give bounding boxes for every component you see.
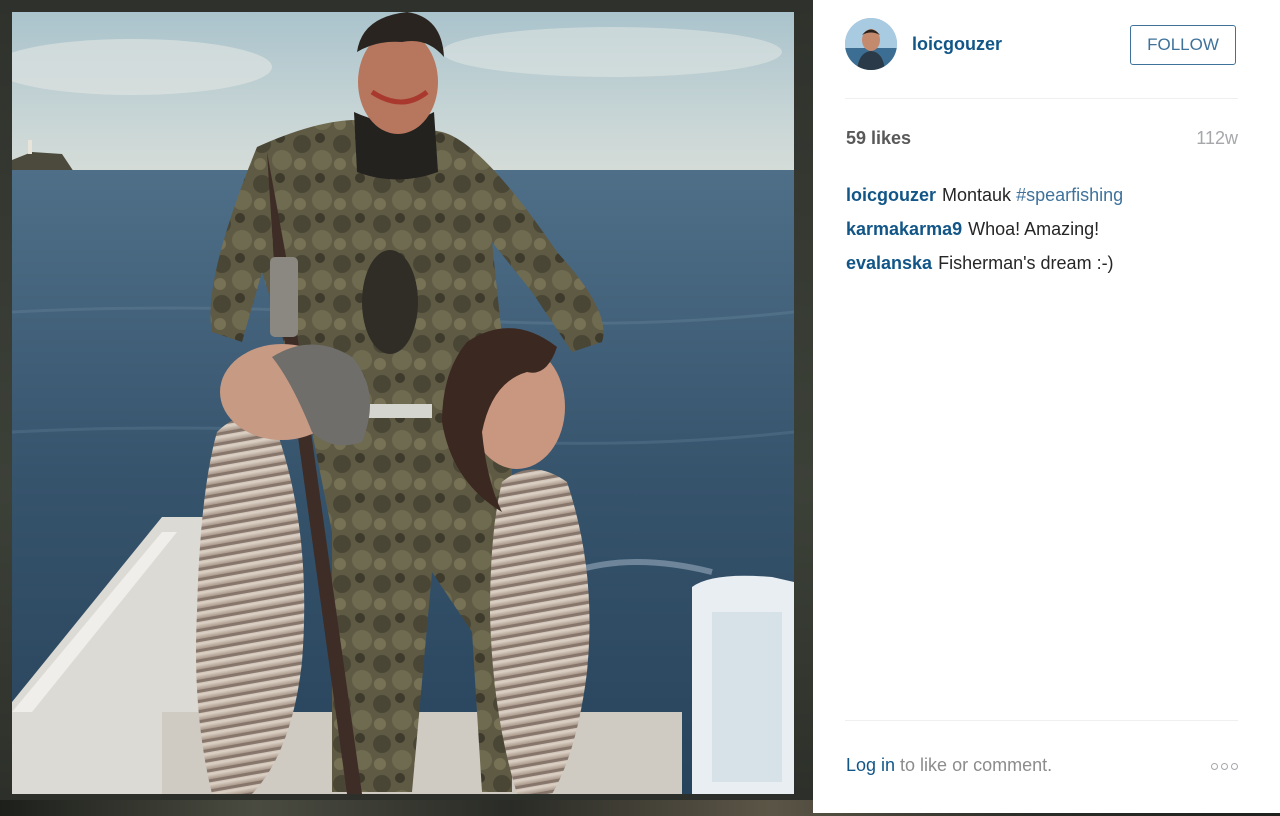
login-prompt: Log in to like or comment. <box>846 755 1052 776</box>
more-dot <box>1221 763 1228 770</box>
list-item: loicgouzer Montauk #spearfishing <box>846 178 1239 212</box>
follow-button[interactable]: FOLLOW <box>1130 25 1236 65</box>
comment-text: Montauk <box>942 185 1017 205</box>
footer-divider <box>845 720 1238 721</box>
comment-author-link[interactable]: karmakarma9 <box>846 219 962 239</box>
avatar-image <box>845 18 897 70</box>
post-header: loicgouzer FOLLOW <box>845 18 1238 74</box>
list-item: karmakarma9 Whoa! Amazing! <box>846 212 1239 246</box>
header-divider <box>845 98 1238 99</box>
comment-list: loicgouzer Montauk #spearfishing karmakar… <box>846 178 1239 280</box>
author-username-link[interactable]: loicgouzer <box>912 34 1002 55</box>
post-photo-illustration <box>12 12 794 794</box>
login-link[interactable]: Log in <box>846 755 895 775</box>
list-item: evalanska Fisherman's dream :-) <box>846 246 1239 280</box>
more-dot <box>1231 763 1238 770</box>
comment-author-link[interactable]: loicgouzer <box>846 185 936 205</box>
post-age[interactable]: 112w <box>1196 128 1238 149</box>
hashtag-link[interactable]: #spearfishing <box>1016 185 1123 205</box>
comment-text: Fisherman's dream :-) <box>938 253 1114 273</box>
comment-text: Whoa! Amazing! <box>968 219 1100 239</box>
more-dot <box>1211 763 1218 770</box>
more-options-icon[interactable] <box>1211 763 1238 770</box>
likes-count[interactable]: 59 likes <box>846 128 911 149</box>
post-photo[interactable] <box>12 12 794 794</box>
comment-author-link[interactable]: evalanska <box>846 253 932 273</box>
avatar[interactable] <box>845 18 897 70</box>
post-details-panel: loicgouzer FOLLOW 59 likes 112w loicgouz… <box>813 0 1280 813</box>
login-prompt-text: to like or comment. <box>895 755 1053 775</box>
